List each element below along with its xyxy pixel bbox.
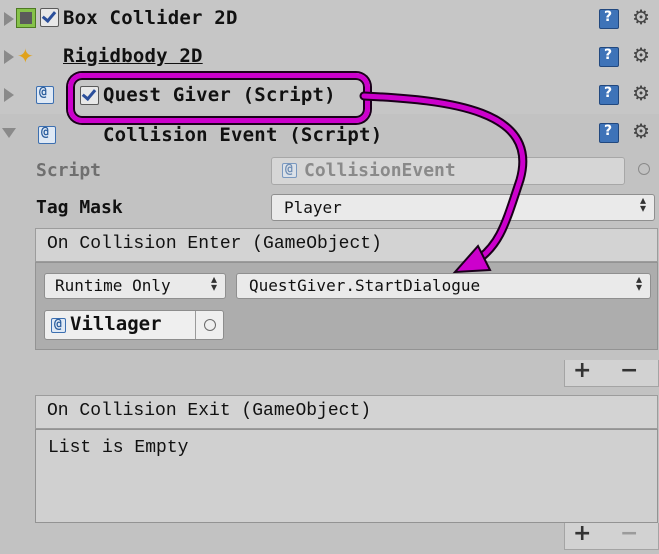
annotation-arrow — [359, 91, 528, 274]
